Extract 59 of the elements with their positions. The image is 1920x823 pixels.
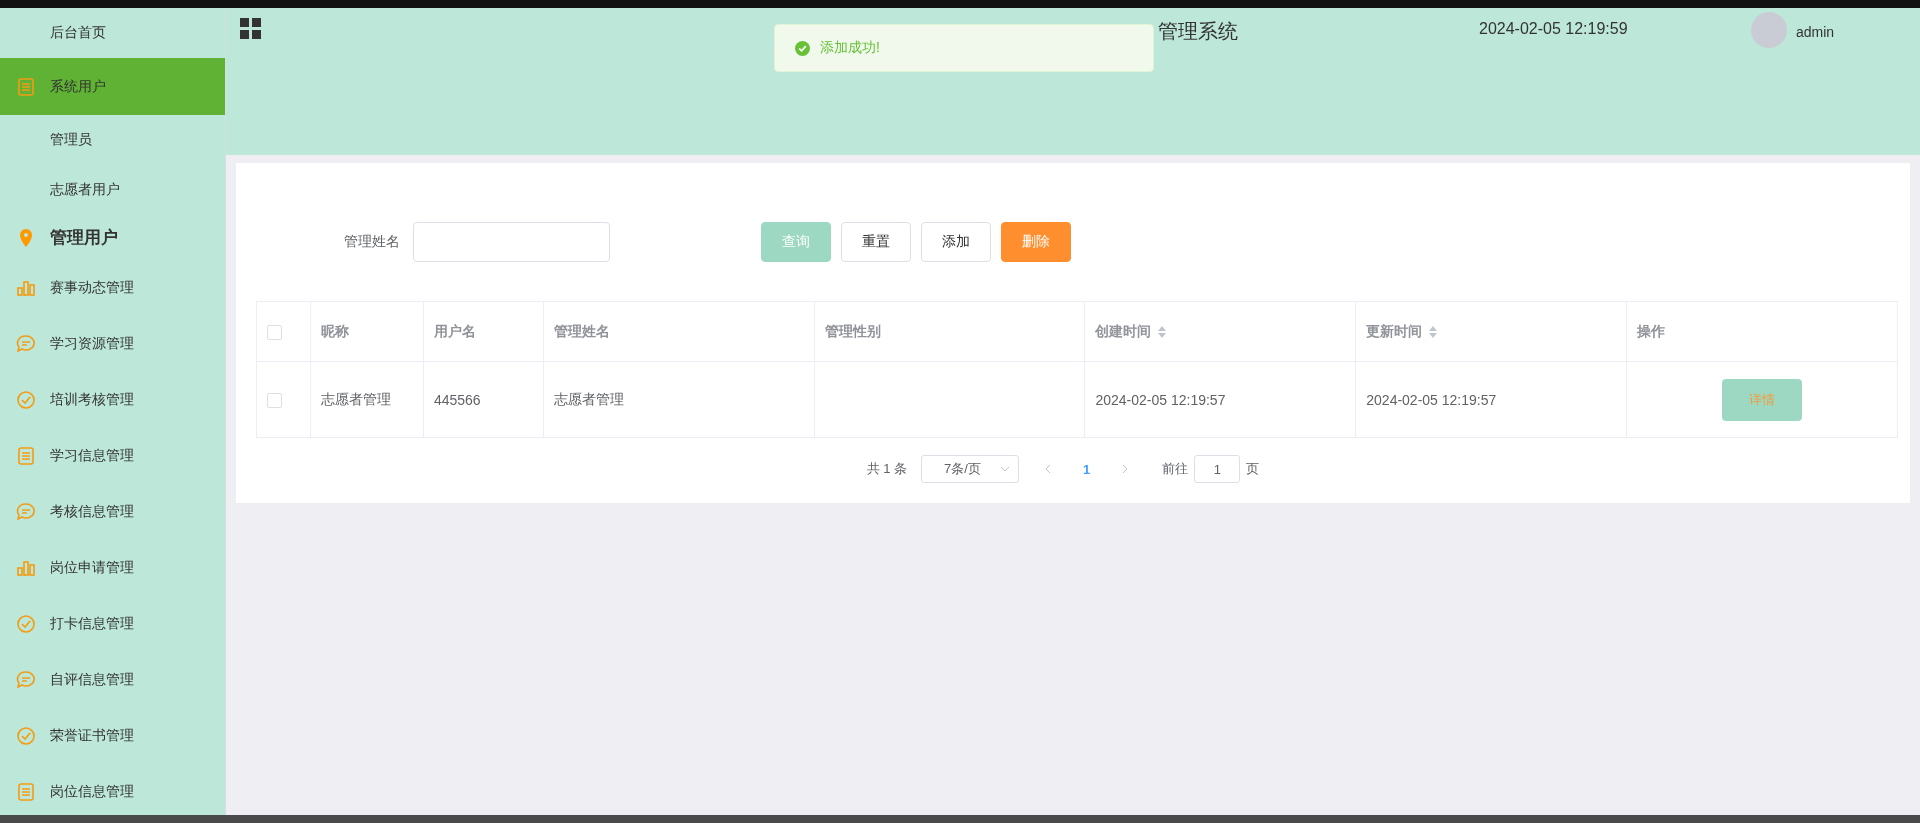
row-checkbox[interactable] [267,392,282,408]
success-check-icon [795,40,810,56]
column-header: 创建时间 [1095,322,1152,339]
select-all-checkbox[interactable] [267,324,282,340]
document-icon [16,782,36,802]
page-suffix: 页 [1246,460,1260,478]
sidebar-item[interactable]: 学习资源管理 [0,316,225,372]
bar-chart-icon [16,558,36,578]
grid-menu-icon[interactable] [240,18,262,40]
sidebar-item[interactable]: 打卡信息管理 [0,596,225,652]
table-cell: 志愿者管理 [553,390,624,407]
username-text[interactable]: admin [1796,24,1835,40]
sidebar-item[interactable]: 后台首页 [0,8,225,58]
column-header: 管理姓名 [553,322,610,339]
table-cell: 2024-02-05 12:19:57 [1366,391,1497,408]
chat-bubble-icon [16,670,36,690]
bar-chart-icon [16,278,36,298]
sidebar-item[interactable]: 学习信息管理 [0,428,225,484]
table-cell: 2024-02-05 12:19:57 [1095,391,1226,408]
action-button[interactable]: 添加 [921,222,991,262]
field-label: 管理姓名 [344,233,400,251]
toast-message: 添加成功! [820,39,880,57]
sidebar-item[interactable]: 自评信息管理 [0,652,225,708]
sidebar-item[interactable]: 荣誉证书管理 [0,708,225,764]
table-cell: 445566 [433,391,481,408]
chevron-down-icon [1000,464,1011,474]
sidebar-item[interactable]: 管理用户 [0,215,225,260]
column-header: 操作 [1637,322,1666,339]
check-circle-icon [16,726,36,746]
check-circle-icon [16,614,36,634]
chat-bubble-icon [16,502,36,522]
chat-bubble-icon [16,334,36,354]
column-header: 管理性别 [824,322,881,339]
column-header: 更新时间 [1366,322,1423,339]
sidebar-item[interactable]: 志愿者用户 [0,165,225,215]
total-count: 共 1 条 [866,460,908,478]
sort-icon[interactable] [1428,324,1439,339]
check-circle-icon [16,390,36,410]
sidebar-item[interactable]: 考核信息管理 [0,484,225,540]
system-title: 管理系统 [1158,19,1238,44]
column-header: 昵称 [320,322,349,339]
avatar[interactable] [1751,12,1787,48]
sidebar-item[interactable]: 岗位信息管理 [0,764,225,815]
column-header: 用户名 [433,322,476,339]
datetime-text: 2024-02-05 12:19:59 [1479,20,1628,38]
sidebar-item[interactable]: 管理员 [0,115,225,165]
sort-icon[interactable] [1157,324,1168,339]
table-cell: 志愿者管理 [320,390,391,407]
page-size-select[interactable]: 7条/页 [921,455,1020,483]
goto-label: 前往 [1162,460,1189,478]
document-icon [16,76,36,97]
sidebar-item[interactable]: 培训考核管理 [0,372,225,428]
sidebar-item[interactable]: 赛事动态管理 [0,260,225,316]
action-button[interactable]: 重置 [841,222,911,262]
document-icon [16,446,36,466]
sidebar-item[interactable]: 系统用户 [0,58,225,115]
sidebar-item[interactable]: 岗位申请管理 [0,540,225,596]
name-input-field[interactable] [413,222,610,262]
page-input-field[interactable]: 1 [1194,455,1241,483]
